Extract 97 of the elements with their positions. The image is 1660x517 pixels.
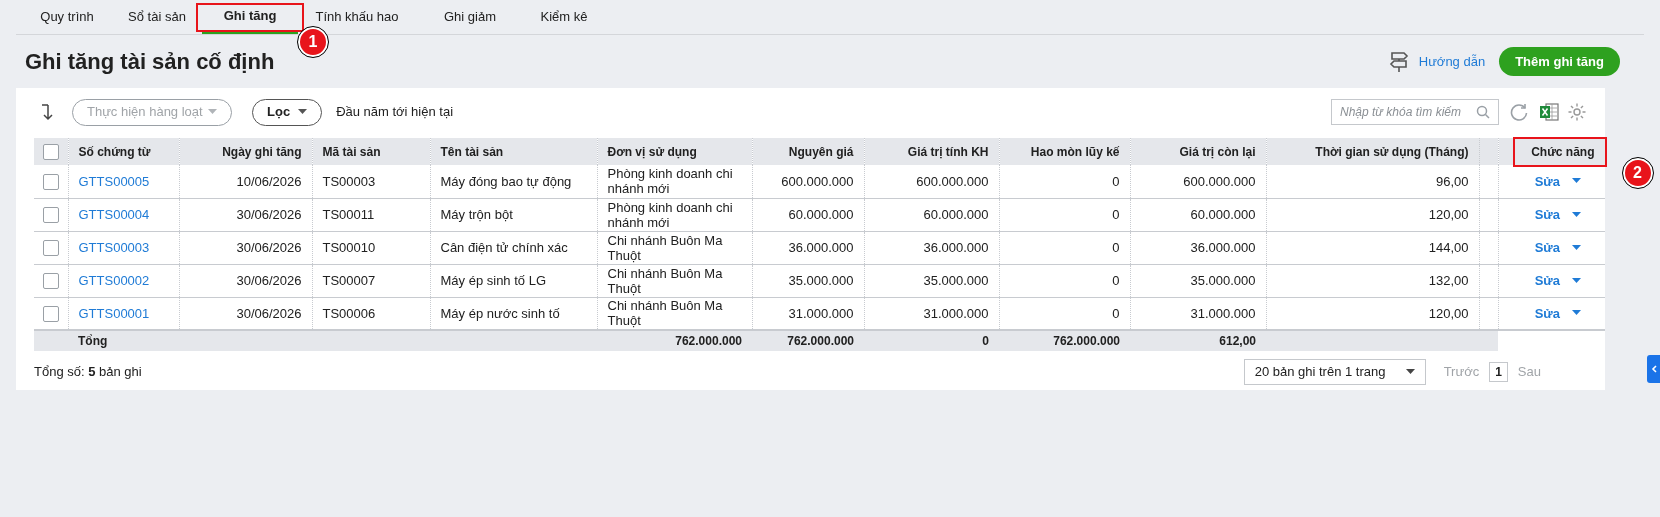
table-cell: Cân điện tử chính xác: [430, 231, 597, 264]
total-cell: 762.000.000: [752, 330, 864, 351]
settings-icon[interactable]: [1567, 102, 1587, 122]
column-header: Số chứng từ: [68, 138, 179, 165]
checkbox[interactable]: [42, 240, 59, 257]
table-cell: 30/06/2026: [179, 198, 312, 231]
guide-link[interactable]: Hướng dẫn: [1418, 51, 1486, 72]
column-header: Ngày ghi tăng: [179, 138, 312, 165]
table-cell: 0: [999, 198, 1130, 231]
total-cell: 762.000.000: [597, 330, 752, 351]
checkbox[interactable]: [42, 174, 59, 191]
checkbox[interactable]: [42, 306, 59, 323]
table-cell: 36.000.000: [864, 231, 999, 264]
document-link[interactable]: GTTS00002: [68, 264, 179, 297]
table-cell: Máy trộn bột: [430, 198, 597, 231]
checkbox[interactable]: [42, 207, 59, 224]
table-cell: 60.000.000: [864, 198, 999, 231]
search-icon: [1476, 105, 1490, 119]
caret-icon[interactable]: [1572, 211, 1581, 218]
table-cell: Máy ép sinh tố LG: [430, 264, 597, 297]
period-label: Đầu năm tới hiện tại: [336, 103, 454, 122]
record-count: Tổng số: 5 bản ghi: [34, 363, 142, 382]
table-cell: 120,00: [1266, 198, 1479, 231]
table-cell: 600.000.000: [752, 165, 864, 198]
column-header: Giá trị còn lại: [1130, 138, 1266, 165]
checkbox[interactable]: [42, 273, 59, 290]
chevron-left-icon: [1650, 365, 1657, 373]
table-cell: TS00011: [312, 198, 430, 231]
table-cell: 96,00: [1266, 165, 1479, 198]
search-field[interactable]: Nhập từ khóa tìm kiếm: [1331, 99, 1499, 125]
edit-link[interactable]: Sửa: [1534, 237, 1560, 258]
tab[interactable]: Ghi tăng: [202, 0, 298, 34]
tab[interactable]: Quy trình: [22, 0, 112, 34]
table-cell: TS00007: [312, 264, 430, 297]
edit-link[interactable]: Sửa: [1534, 204, 1560, 225]
edit-link[interactable]: Sửa: [1534, 171, 1560, 191]
document-link[interactable]: GTTS00005: [68, 165, 179, 198]
caret-icon: [298, 109, 308, 115]
column-header: Thời gian sử dụng (Tháng): [1266, 138, 1479, 165]
document-link[interactable]: GTTS00003: [68, 231, 179, 264]
table-cell: 30/06/2026: [179, 231, 312, 264]
table-cell: Máy đóng bao tự động: [430, 165, 597, 198]
table-cell: 35.000.000: [1130, 264, 1266, 297]
column-header: Hao mòn lũy kế: [999, 138, 1130, 165]
page-size-dropdown[interactable]: 20 bản ghi trên 1 trang: [1243, 359, 1426, 385]
table-cell: 60.000.000: [752, 198, 864, 231]
table-cell: 36.000.000: [1130, 231, 1266, 264]
column-header: Nguyên giá: [752, 138, 864, 165]
add-button[interactable]: Thêm ghi tăng: [1499, 47, 1620, 76]
table-cell: 0: [999, 264, 1130, 297]
table-cell: 144,00: [1266, 231, 1479, 264]
document-link[interactable]: GTTS00004: [68, 198, 179, 231]
tab[interactable]: Kiểm kê: [524, 0, 604, 34]
current-page[interactable]: 1: [1489, 362, 1508, 382]
tab[interactable]: Sổ tài sản: [112, 0, 202, 34]
column-header: Giá trị tính KH: [864, 138, 999, 165]
table-cell: Phòng kinh doanh chi nhánh mới: [597, 165, 752, 198]
total-cell: 612,00: [1130, 330, 1266, 351]
caret-icon[interactable]: [1572, 244, 1581, 251]
edit-link[interactable]: Sửa: [1534, 303, 1560, 323]
refresh-icon[interactable]: [1509, 102, 1529, 122]
table-cell: Chi nhánh Buôn Ma Thuột: [597, 264, 752, 297]
table-cell: TS00010: [312, 231, 430, 264]
column-header: Tên tài sản: [430, 138, 597, 165]
table-cell: 60.000.000: [1130, 198, 1266, 231]
table-cell: Phòng kinh doanh chi nhánh mới: [597, 198, 752, 231]
table-cell: 35.000.000: [864, 264, 999, 297]
total-label: Tổng: [68, 330, 179, 351]
signpost-icon: [1388, 50, 1409, 73]
page-title: Ghi tăng tài sản cố định: [25, 48, 275, 76]
table-cell: Chi nhánh Buôn Ma Thuột: [597, 231, 752, 264]
table-cell: 36.000.000: [752, 231, 864, 264]
checkbox[interactable]: [42, 144, 59, 161]
table-cell: 600.000.000: [864, 165, 999, 198]
callout-number: 1: [298, 27, 328, 57]
table-cell: TS00003: [312, 165, 430, 198]
column-header: Mã tài sản: [312, 138, 430, 165]
total-cell: 0: [864, 330, 999, 351]
table-cell: 30/06/2026: [179, 264, 312, 297]
tab[interactable]: Ghi giảm: [416, 0, 524, 34]
table-cell: 132,00: [1266, 264, 1479, 297]
caret-icon[interactable]: [1572, 310, 1581, 317]
collapse-handle[interactable]: [1647, 355, 1660, 383]
caret-icon: [208, 109, 217, 115]
caret-icon[interactable]: [1572, 277, 1581, 284]
table-cell: 600.000.000: [1130, 165, 1266, 198]
caret-icon: [1405, 369, 1415, 375]
table-cell: 35.000.000: [752, 264, 864, 297]
caret-icon[interactable]: [1572, 178, 1581, 185]
callout-number: 2: [1622, 158, 1653, 188]
table-cell: 0: [999, 165, 1130, 198]
table-cell: 10/06/2026: [179, 165, 312, 198]
edit-link[interactable]: Sửa: [1534, 270, 1560, 291]
excel-icon[interactable]: [1539, 102, 1559, 122]
column-header: Đơn vị sử dụng: [597, 138, 752, 165]
table-cell: 0: [999, 231, 1130, 264]
total-cell: 762.000.000: [999, 330, 1130, 351]
